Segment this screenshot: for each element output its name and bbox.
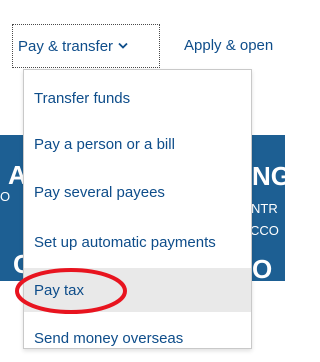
menu-item-send-money-overseas[interactable]: Send money overseas bbox=[24, 314, 251, 362]
menu-item-pay-person-or-bill[interactable]: Pay a person or a bill bbox=[24, 120, 251, 168]
banner-text-fragment: NG bbox=[252, 161, 285, 191]
menu-item-transfer-funds[interactable]: Transfer funds bbox=[24, 74, 251, 122]
pay-transfer-menu-button[interactable]: Pay & transfer bbox=[12, 24, 160, 68]
banner-text-fragment: O bbox=[252, 254, 273, 281]
chevron-down-icon bbox=[118, 37, 128, 54]
banner-text-fragment: CCO bbox=[250, 223, 279, 238]
menu-item-set-up-automatic-payments[interactable]: Set up automatic payments bbox=[24, 218, 251, 266]
banner-text-fragment: NTR bbox=[251, 201, 278, 216]
menu-item-pay-several-payees[interactable]: Pay several payees bbox=[24, 168, 251, 216]
menu-item-pay-tax[interactable]: Pay tax bbox=[24, 268, 251, 312]
pay-transfer-label: Pay & transfer bbox=[18, 37, 114, 55]
top-navigation: Pay & transfer Apply & open bbox=[0, 0, 285, 70]
banner-text-fragment: O bbox=[0, 189, 11, 204]
pay-transfer-dropdown: Transfer funds Pay a person or a bill Pa… bbox=[23, 69, 252, 349]
apply-open-menu-link[interactable]: Apply & open bbox=[184, 37, 273, 54]
